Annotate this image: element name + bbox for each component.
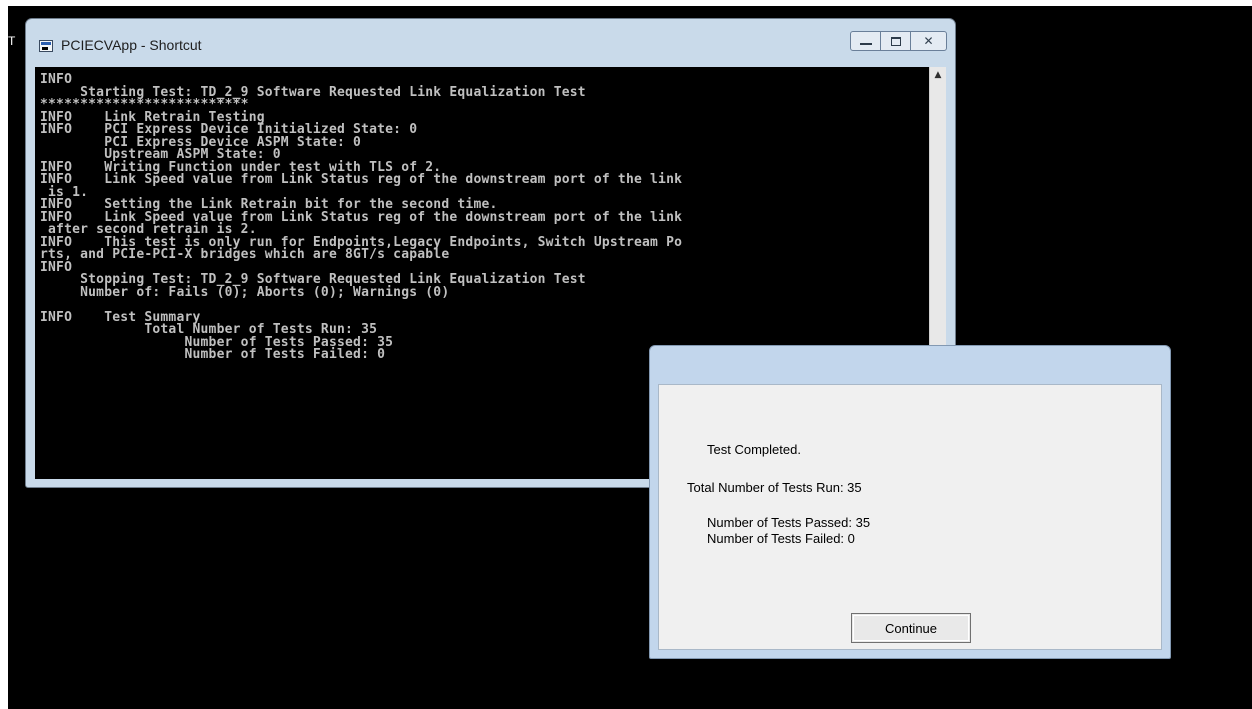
- console-app-icon[interactable]: [39, 40, 53, 52]
- scroll-up-arrow-icon[interactable]: ▲: [930, 67, 946, 84]
- desktop-text-fragment: T: [8, 34, 16, 48]
- console-text: INFO Starting Test: TD_2_9 Software Requ…: [35, 67, 946, 362]
- close-button[interactable]: ✕: [910, 31, 947, 51]
- minimize-icon: [859, 43, 872, 45]
- dialog-content: Test Completed. Total Number of Tests Ru…: [658, 384, 1162, 650]
- console-line: rts, and PCIe-PCI-X bridges which are 8G…: [40, 247, 450, 262]
- dialog-completed-text: Test Completed.: [707, 442, 801, 457]
- maximize-icon: [890, 36, 901, 46]
- console-line: Number of Tests Failed: 0: [184, 347, 386, 362]
- console-line: Number of: Fails (0); Aborts (0); Warnin…: [80, 284, 450, 300]
- console-window-title: PCIECVApp - Shortcut: [61, 37, 202, 53]
- console-line: INFO Link Speed value from Link Status r…: [40, 172, 683, 187]
- minimize-button[interactable]: [850, 31, 881, 51]
- dialog-total-run-text: Total Number of Tests Run: 35: [687, 480, 862, 495]
- maximize-button[interactable]: [880, 31, 911, 51]
- close-icon: ✕: [923, 34, 934, 48]
- window-controls: ✕: [850, 31, 947, 51]
- dialog-failed-text: Number of Tests Failed: 0: [707, 531, 855, 546]
- dialog-passed-text: Number of Tests Passed: 35: [707, 515, 871, 530]
- continue-button[interactable]: Continue: [851, 613, 971, 643]
- test-completed-dialog: Test Completed. Total Number of Tests Ru…: [649, 345, 1171, 659]
- console-title-bar[interactable]: PCIECVApp - Shortcut ✕: [26, 19, 955, 67]
